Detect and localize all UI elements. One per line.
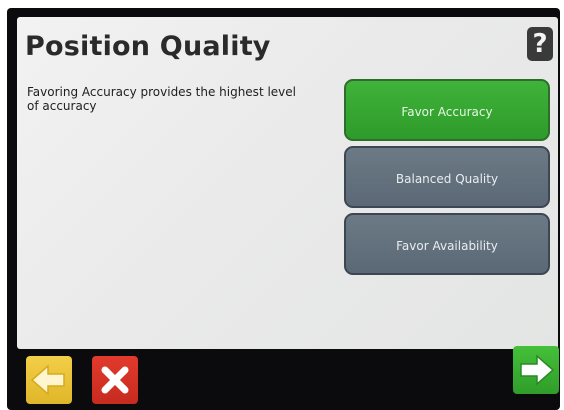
balanced-quality-button[interactable]: Balanced Quality [344, 146, 550, 208]
screen: Position Quality ? Favoring Accuracy pro… [17, 17, 558, 349]
page-title: Position Quality [25, 31, 271, 62]
favor-availability-label: Favor Availability [396, 239, 498, 253]
help-button[interactable]: ? [527, 27, 553, 61]
favor-accuracy-label: Favor Accuracy [401, 105, 493, 119]
favor-accuracy-button[interactable]: Favor Accuracy [344, 79, 550, 141]
arrow-left-icon [30, 364, 65, 396]
favor-availability-button[interactable]: Favor Availability [344, 213, 550, 275]
option-description: Favoring Accuracy provides the highest l… [27, 85, 296, 113]
arrow-right-icon [520, 354, 555, 386]
cancel-button[interactable] [92, 356, 138, 404]
balanced-quality-label: Balanced Quality [395, 172, 499, 186]
back-button[interactable] [26, 356, 72, 404]
help-icon: ? [532, 29, 548, 59]
close-icon [101, 366, 129, 394]
next-button[interactable] [513, 346, 559, 394]
